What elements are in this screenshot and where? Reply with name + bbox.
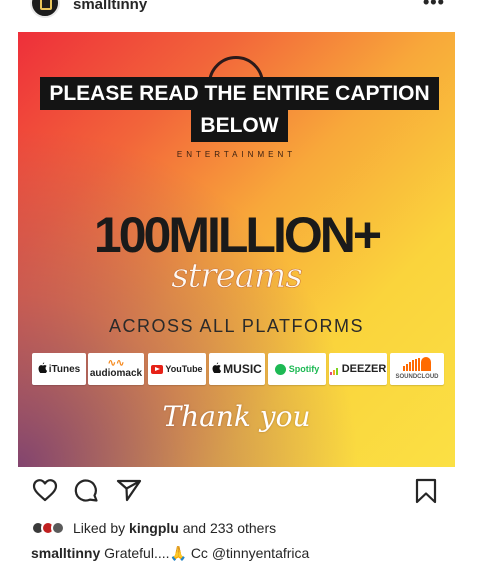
platform-soundcloud-label: SOUNDCLOUD <box>395 374 439 380</box>
bookmark-icon[interactable] <box>414 478 438 509</box>
comment-icon[interactable] <box>74 478 100 507</box>
deezer-bars-icon <box>329 363 339 375</box>
platform-deezer-label: DEEZER <box>341 363 387 375</box>
avatar[interactable] <box>30 0 60 18</box>
liked-by-row: Liked by kingplu and 233 others <box>31 518 276 538</box>
thank-you-text: Thank you <box>162 400 311 433</box>
brand-label: ENTERTAINMENT <box>176 150 297 159</box>
platform-deezer: DEEZER <box>329 353 387 385</box>
platform-itunes-label: iTunes <box>48 363 81 375</box>
apple-icon <box>38 362 47 376</box>
notice-line-2: BELOW <box>191 109 288 142</box>
platform-apple-music: MUSIC <box>209 353 265 385</box>
more-options-button[interactable]: ••• <box>423 0 445 13</box>
youtube-play-icon <box>151 364 164 374</box>
platform-youtube-label: YouTube <box>165 364 203 374</box>
platform-audiomack-label: audiomack <box>89 368 143 379</box>
caption-notice: PLEASE READ THE ENTIRE CAPTION BELOW <box>22 77 455 142</box>
post-header: smalltinny ••• <box>0 0 484 22</box>
action-bar <box>0 478 484 508</box>
caption-text: Grateful....🙏 Cc <box>104 545 208 561</box>
headline-sub: streams <box>171 256 303 297</box>
soundcloud-cloud-icon <box>402 357 432 371</box>
post-image[interactable]: PLEASE READ THE ENTIRE CAPTION BELOW ENT… <box>18 32 455 467</box>
caption-username[interactable]: smalltinny <box>31 545 100 561</box>
notice-line-1: PLEASE READ THE ENTIRE CAPTION <box>40 77 439 110</box>
liked-by-user[interactable]: kingplu <box>129 520 179 536</box>
apple-music-icon <box>212 362 222 376</box>
post-caption: smalltinny Grateful....🙏 Cc @tinnyentafr… <box>31 545 309 562</box>
subheadline: ACROSS ALL PLATFORMS <box>108 316 365 336</box>
caption-mention[interactable]: @tinnyentafrica <box>212 545 309 561</box>
liked-by-suffix[interactable]: and 233 others <box>183 520 276 536</box>
platform-audiomack: ∿∿ audiomack <box>88 353 144 385</box>
liked-by-prefix: Liked by <box>73 520 126 536</box>
platform-spotify: Spotify <box>268 353 326 385</box>
platform-soundcloud: SOUNDCLOUD <box>390 353 444 385</box>
platform-youtube: YouTube <box>148 353 206 385</box>
spotify-icon <box>274 363 286 375</box>
platform-music-label: MUSIC <box>223 362 262 376</box>
brand-logo-icon <box>40 0 52 10</box>
share-icon[interactable] <box>116 478 142 507</box>
platform-itunes: iTunes <box>32 353 86 385</box>
liker-avatar <box>51 521 65 535</box>
heart-icon[interactable] <box>32 478 58 507</box>
platform-spotify-label: Spotify <box>288 364 320 374</box>
post-username[interactable]: smalltinny <box>73 0 147 13</box>
